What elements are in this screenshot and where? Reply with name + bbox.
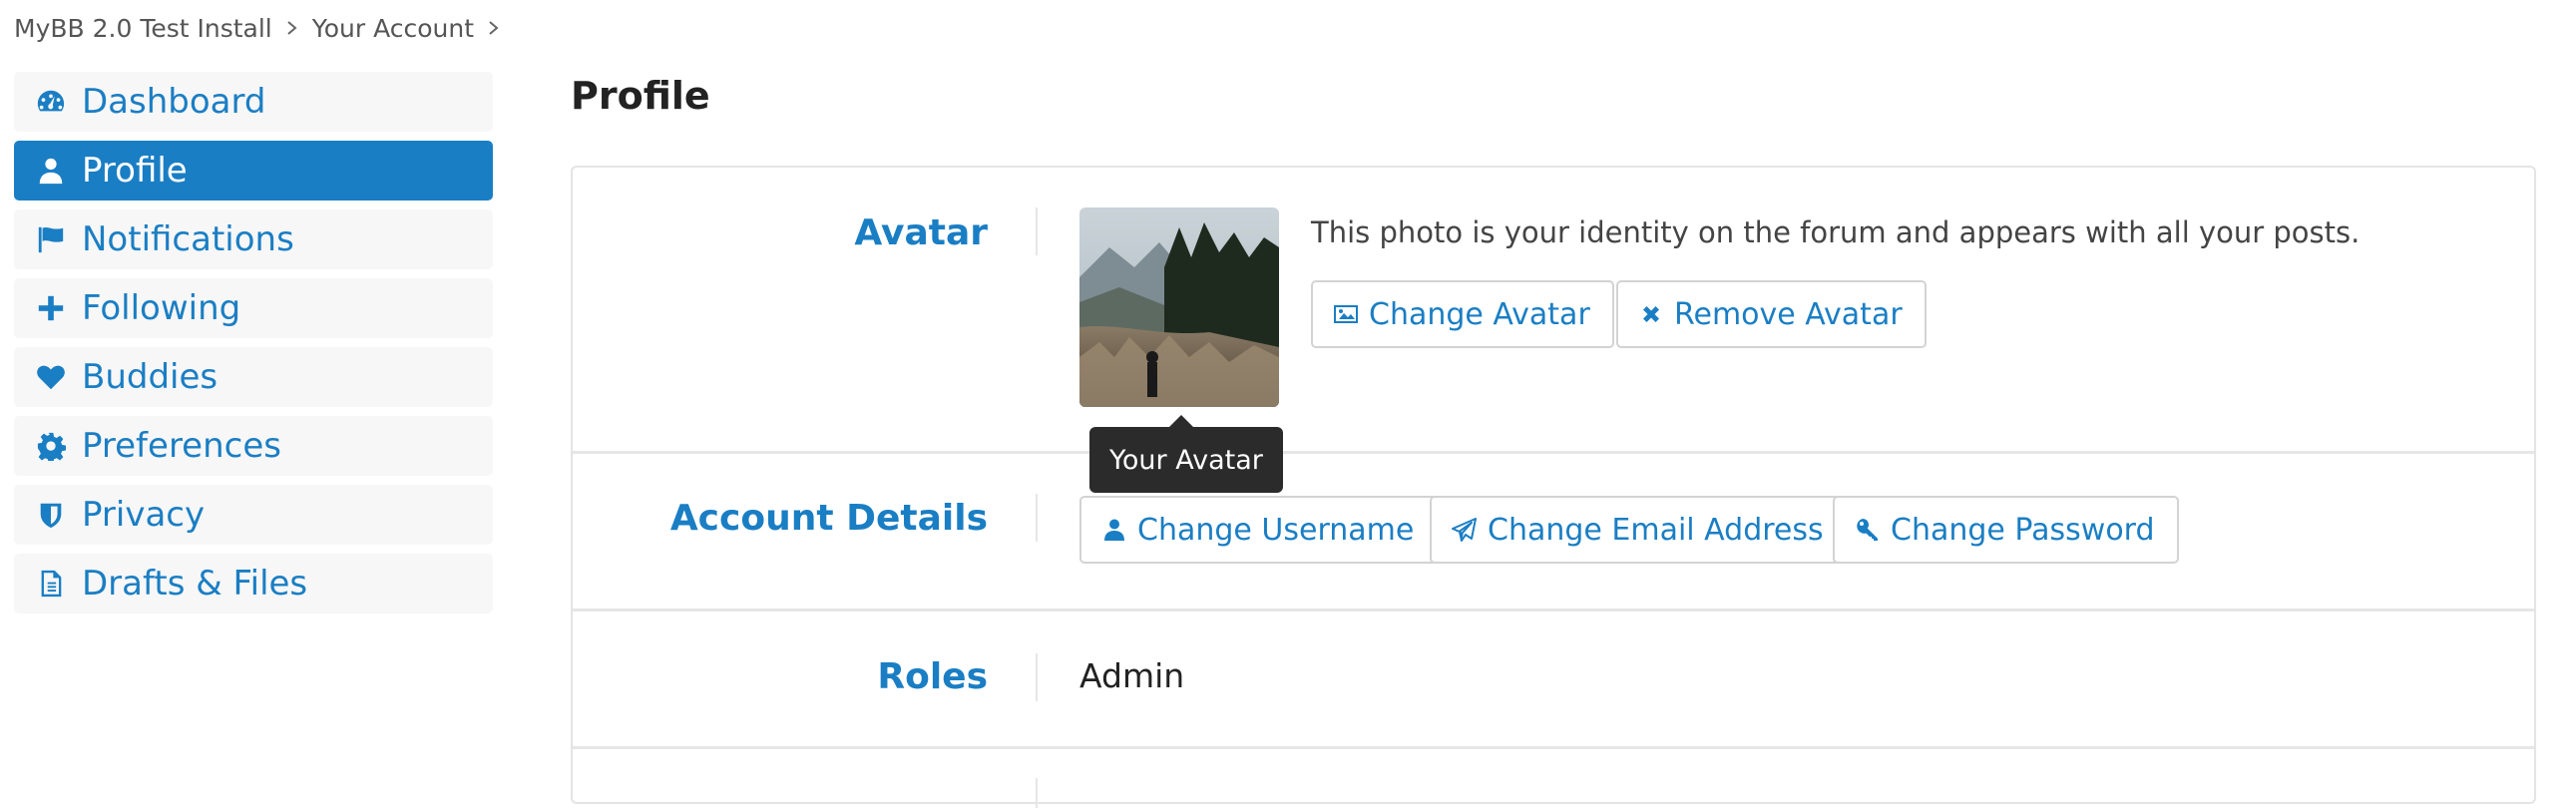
- change-username-button[interactable]: Change Username: [1079, 496, 1439, 564]
- user-icon: [34, 154, 68, 188]
- gear-icon: [34, 429, 68, 463]
- flag-icon: [34, 222, 68, 256]
- change-email-button[interactable]: Change Email Address: [1430, 496, 1848, 564]
- sidebar-item-label: Buddies: [82, 357, 218, 397]
- row-divider: [1036, 494, 1038, 542]
- roles-row: Roles Admin: [573, 611, 2534, 749]
- sidebar-item-label: Dashboard: [82, 82, 266, 122]
- avatar-description: This photo is your identity on the forum…: [1311, 215, 2361, 249]
- sidebar-item-label: Notifications: [82, 219, 294, 259]
- breadcrumb-account-link[interactable]: Your Account: [312, 14, 474, 43]
- sidebar-item-following[interactable]: Following: [14, 278, 493, 338]
- breadcrumb-home-link[interactable]: MyBB 2.0 Test Install: [14, 14, 272, 43]
- sidebar-item-buddies[interactable]: Buddies: [14, 347, 493, 407]
- sidebar-item-label: Privacy: [82, 495, 206, 535]
- sidebar-item-label: Preferences: [82, 426, 281, 466]
- user-icon: [1101, 517, 1127, 543]
- sidebar-item-drafts-files[interactable]: Drafts & Files: [14, 554, 493, 613]
- sidebar-item-label: Profile: [82, 151, 188, 191]
- profile-panel: Avatar This photo is your identity on th…: [571, 166, 2536, 808]
- sidebar-item-preferences[interactable]: Preferences: [14, 416, 493, 476]
- change-password-label: Change Password: [1891, 512, 2155, 548]
- sidebar-item-dashboard[interactable]: Dashboard: [14, 72, 493, 132]
- change-avatar-label: Change Avatar: [1369, 296, 1590, 332]
- chevron-right-icon: [488, 20, 500, 36]
- chevron-right-icon: [286, 20, 298, 36]
- roles-value: Admin: [1079, 656, 1185, 695]
- breadcrumb: MyBB 2.0 Test Install Your Account: [14, 10, 514, 46]
- change-password-button[interactable]: Change Password: [1833, 496, 2179, 564]
- avatar-tooltip: Your Avatar: [1089, 415, 1283, 493]
- close-icon: [1638, 301, 1664, 327]
- row-divider: [1036, 653, 1038, 701]
- key-icon: [1855, 517, 1881, 543]
- row-divider: [1036, 778, 1038, 808]
- dashboard-icon: [34, 85, 68, 119]
- sidebar-nav: Dashboard Profile Notifications Followin…: [14, 72, 493, 622]
- avatar-image[interactable]: [1079, 207, 1279, 407]
- row-divider: [1036, 207, 1038, 255]
- heart-icon: [34, 360, 68, 394]
- remove-avatar-button[interactable]: Remove Avatar: [1616, 280, 1927, 348]
- page-title: Profile: [571, 74, 710, 118]
- change-username-label: Change Username: [1137, 512, 1415, 548]
- sidebar-item-label: Following: [82, 288, 241, 328]
- account-details-row: Account Details Change Username Change E…: [573, 454, 2534, 611]
- plus-icon: [34, 291, 68, 325]
- sidebar-item-label: Drafts & Files: [82, 564, 308, 604]
- shield-icon: [34, 498, 68, 532]
- change-email-label: Change Email Address: [1488, 512, 1824, 548]
- sidebar-item-notifications[interactable]: Notifications: [14, 209, 493, 269]
- roles-label: Roles: [877, 656, 988, 697]
- sidebar-item-privacy[interactable]: Privacy: [14, 485, 493, 545]
- remove-avatar-label: Remove Avatar: [1674, 296, 1903, 332]
- account-details-label: Account Details: [669, 498, 988, 539]
- avatar-label: Avatar: [854, 212, 988, 253]
- paper-plane-icon: [1452, 517, 1478, 543]
- avatar-row: Avatar This photo is your identity on th…: [573, 168, 2534, 454]
- image-icon: [1333, 301, 1359, 327]
- change-avatar-button[interactable]: Change Avatar: [1311, 280, 1614, 348]
- sidebar-item-profile[interactable]: Profile: [14, 141, 493, 201]
- document-icon: [34, 567, 68, 601]
